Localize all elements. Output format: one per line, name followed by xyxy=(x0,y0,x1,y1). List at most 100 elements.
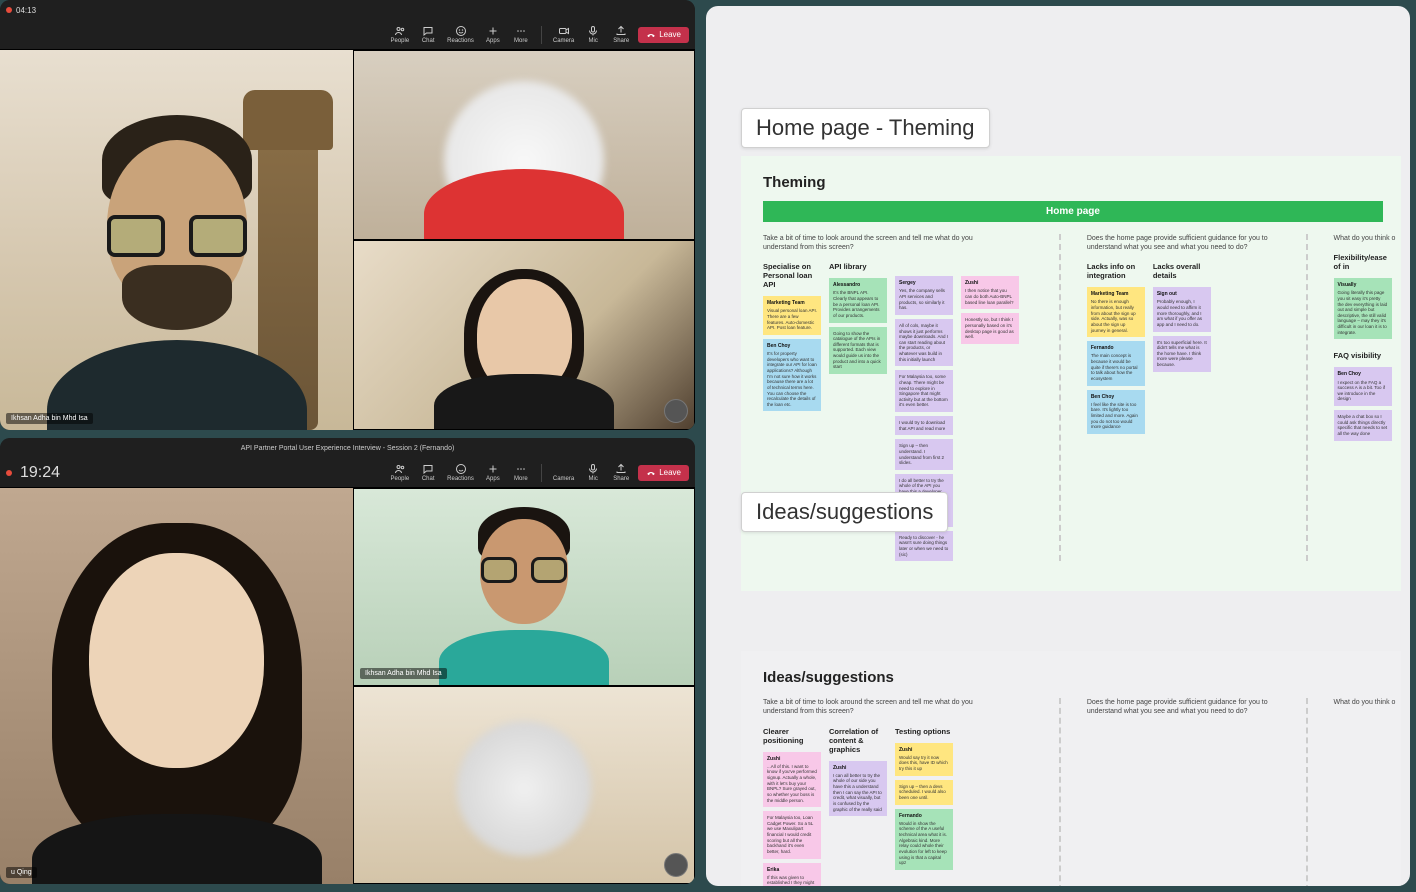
sticky-note[interactable]: VisuallyGoing literally this page you si… xyxy=(1334,278,1392,339)
reactions-button[interactable]: Reactions xyxy=(443,23,478,46)
leave-button[interactable]: Leave xyxy=(638,27,689,43)
sticky-note[interactable]: For Malaysia too, Loan Cadget Power. So … xyxy=(763,811,821,858)
participant-nametag: u Qing xyxy=(6,867,37,878)
chat-button[interactable]: Chat xyxy=(415,461,441,484)
column-question: What do you think o xyxy=(1334,234,1401,243)
sticky-note[interactable]: Maybe a chat box so I could ask things d… xyxy=(1334,410,1392,441)
participant-tile[interactable]: Ikhsan Adha bin Mhd Isa xyxy=(353,488,695,686)
question-column: Take a bit of time to look around the sc… xyxy=(763,698,1033,886)
board-title: Theming xyxy=(763,174,1401,191)
titlebar: 04:13 xyxy=(0,0,695,20)
meeting-title: API Partner Portal User Experience Inter… xyxy=(241,445,455,452)
sticky-note[interactable]: I would try to download that API and rea… xyxy=(895,416,953,435)
sticky-note[interactable]: Ben ChoyI feel like the site is too bare… xyxy=(1087,390,1145,434)
question-column: What do you think o Flexibility/ease of … xyxy=(1334,234,1401,561)
participant-tile[interactable] xyxy=(353,686,695,884)
subcolumn-title: Lacks overall details xyxy=(1153,262,1211,280)
share-icon xyxy=(615,463,627,475)
share-button[interactable]: Share xyxy=(608,461,634,484)
sticky-note[interactable]: Sign up – then a devs scheduled. I would… xyxy=(895,780,953,805)
column-question: What do you think o xyxy=(1334,698,1401,707)
column-question: Take a bit of time to look around the sc… xyxy=(763,698,993,716)
more-button[interactable]: More xyxy=(508,461,534,484)
people-button[interactable]: People xyxy=(386,461,413,484)
mic-icon xyxy=(587,463,599,475)
leave-button[interactable]: Leave xyxy=(638,465,689,481)
question-column: Does the home page provide sufficient gu… xyxy=(1087,234,1280,561)
person-glasses-shape xyxy=(107,215,247,250)
participant-tile-main[interactable]: u Qing xyxy=(0,488,353,884)
subcolumn-title: Testing options xyxy=(895,727,953,736)
smile-icon xyxy=(455,25,467,37)
sticky-note[interactable]: ZushiI can all better to try the whole o… xyxy=(829,761,887,817)
sticky-note[interactable]: For Malaysia too, some cheap. There migh… xyxy=(895,370,953,412)
sticky-note[interactable]: It's too superficial here. It didn't tel… xyxy=(1153,336,1211,372)
sticky-note[interactable]: ZushiWould say try it now does this, hav… xyxy=(895,743,953,776)
whiteboard-panel[interactable]: Home page - Theming Theming Home page Ta… xyxy=(706,6,1410,886)
sticky-note[interactable]: ZushiI then notice that you can do both … xyxy=(961,276,1019,309)
teams-call-window-2: API Partner Portal User Experience Inter… xyxy=(0,438,695,884)
call-toolbar: 19:24 People Chat Reactions Apps More Ca… xyxy=(0,458,695,488)
participant-tile-main[interactable]: Ikhsan Adha bin Mhd Isa xyxy=(0,50,353,430)
sticky-note[interactable]: Going to show the catalogue of the APIs … xyxy=(829,327,887,374)
phone-hangup-icon xyxy=(646,30,656,40)
toolbar-divider xyxy=(541,26,542,44)
sticky-note[interactable]: Ready to discover - he wasn't sure doing… xyxy=(895,531,953,562)
phone-hangup-icon xyxy=(646,468,656,478)
sticky-note[interactable]: Sign up – then understand. I understand … xyxy=(895,439,953,470)
people-icon xyxy=(394,25,406,37)
person-body-shape xyxy=(32,814,322,884)
more-icon xyxy=(515,25,527,37)
sticky-note[interactable]: FernandoWould in show the scheme of the … xyxy=(895,809,953,870)
people-button[interactable]: People xyxy=(386,23,413,46)
participant-tile[interactable] xyxy=(353,50,695,240)
share-button[interactable]: Share xyxy=(608,23,634,46)
chat-button[interactable]: Chat xyxy=(415,23,441,46)
person-body-shape xyxy=(439,630,609,686)
apps-button[interactable]: Apps xyxy=(480,461,506,484)
chat-icon xyxy=(422,25,434,37)
home-page-banner: Home page xyxy=(763,201,1383,222)
sticky-note[interactable]: Marketing TeamNo there is enough informa… xyxy=(1087,287,1145,337)
section-tag-ideas[interactable]: Ideas/suggestions xyxy=(741,492,948,532)
titlebar: API Partner Portal User Experience Inter… xyxy=(0,438,695,458)
mic-button[interactable]: Mic xyxy=(580,461,606,484)
ideas-board: Ideas/suggestions Take a bit of time to … xyxy=(741,651,1401,886)
participant-tile[interactable] xyxy=(353,240,695,430)
sticky-note[interactable]: Ben ChoyIt's for property developers who… xyxy=(763,339,821,412)
sticky-note[interactable]: Zushi...All of this. I want to know if y… xyxy=(763,752,821,808)
sticky-note[interactable]: Ben ChoyI expect on the FAQ a success A … xyxy=(1334,367,1392,406)
question-column: Does the home page provide sufficient gu… xyxy=(1087,698,1280,886)
sticky-note[interactable]: FernandoThe main concept is because it w… xyxy=(1087,341,1145,385)
toolbar-divider xyxy=(541,464,542,482)
column-separator xyxy=(1059,234,1061,561)
self-view-avatar[interactable] xyxy=(664,853,688,877)
self-view-avatar[interactable] xyxy=(664,399,688,423)
mic-button[interactable]: Mic xyxy=(580,23,606,46)
more-icon xyxy=(515,463,527,475)
sticky-note[interactable]: SergeyYes, the company sells API service… xyxy=(895,276,953,315)
subcolumn-title: API library xyxy=(829,262,887,271)
section-tag-theming[interactable]: Home page - Theming xyxy=(741,108,990,148)
call-toolbar: People Chat Reactions Apps More Camera M… xyxy=(0,20,695,50)
camera-button[interactable]: Camera xyxy=(549,461,578,484)
subcolumn-title: Flexibility/ease of in xyxy=(1334,253,1392,271)
apps-button[interactable]: Apps xyxy=(480,23,506,46)
call-timer: 04:13 xyxy=(16,6,36,15)
smile-icon xyxy=(455,463,467,475)
reactions-button[interactable]: Reactions xyxy=(443,461,478,484)
sticky-note[interactable]: Marketing TeamVisual personal loan API. … xyxy=(763,296,821,335)
video-grid: Ikhsan Adha bin Mhd Isa xyxy=(0,50,695,430)
camera-button[interactable]: Camera xyxy=(549,23,578,46)
sticky-note[interactable]: All of cols, maybe it shows it just perf… xyxy=(895,319,953,366)
sticky-note[interactable]: Honestly so, but I think I personally ba… xyxy=(961,313,1019,344)
sticky-note[interactable]: ErikaIf this was given to established I … xyxy=(763,863,821,887)
camera-icon xyxy=(558,463,570,475)
sticky-note[interactable]: Sign outProbably enough, I would need to… xyxy=(1153,287,1211,331)
sticky-note[interactable]: AlessandroIt's the BNPL API. Clearly tha… xyxy=(829,278,887,322)
video-grid: u Qing Ikhsan Adha bin Mhd Isa xyxy=(0,488,695,884)
more-button[interactable]: More xyxy=(508,23,534,46)
people-icon xyxy=(394,463,406,475)
participant-nametag: Ikhsan Adha bin Mhd Isa xyxy=(360,668,447,679)
column-separator xyxy=(1059,698,1061,886)
